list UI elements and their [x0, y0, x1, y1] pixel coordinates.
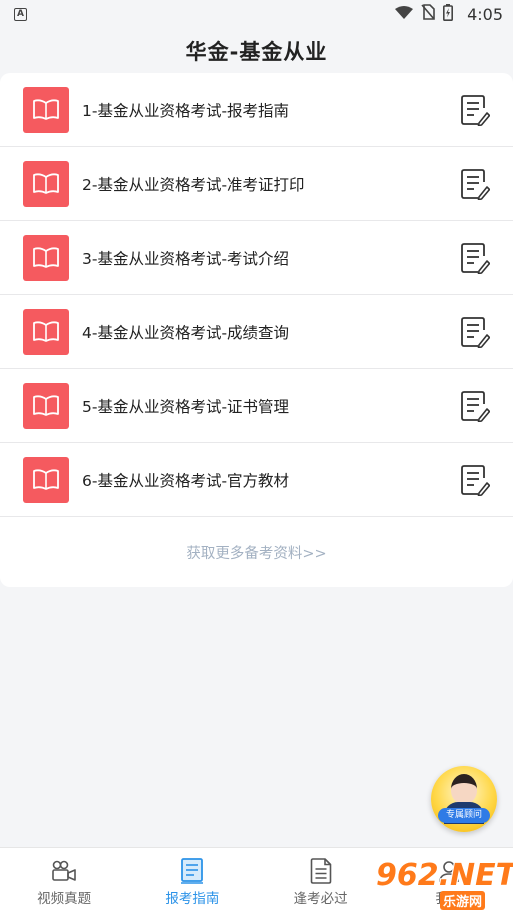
watermark-big-text: 962.NET	[376, 858, 513, 893]
advisor-avatar	[451, 774, 477, 804]
status-left: A	[14, 7, 27, 21]
book-icon	[178, 857, 206, 885]
list-item[interactable]: 5-基金从业资格考试-证书管理	[0, 369, 513, 443]
tab-label: 逢考必过	[293, 891, 348, 907]
book-icon	[23, 234, 69, 281]
list-item-label: 4-基金从业资格考试-成绩查询	[82, 323, 290, 342]
book-icon	[23, 160, 69, 207]
tab-exam-guide[interactable]: 报考指南	[128, 848, 256, 912]
list-item[interactable]: 3-基金从业资格考试-考试介绍	[0, 221, 513, 295]
list-item[interactable]: 2-基金从业资格考试-准考证打印	[0, 147, 513, 221]
no-sim-icon	[421, 4, 435, 24]
edit-icon[interactable]	[459, 463, 491, 497]
edit-icon[interactable]	[459, 93, 491, 127]
list-item-label: 3-基金从业资格考试-考试介绍	[82, 249, 290, 268]
list-item-label: 2-基金从业资格考试-准考证打印	[82, 175, 305, 194]
guide-list-card: 1-基金从业资格考试-报考指南 2-基金从业资格考试-准考证打印 3-基金从业资…	[0, 73, 513, 587]
edit-icon[interactable]	[459, 315, 491, 349]
wifi-icon	[395, 5, 414, 24]
advisor-label: 专属顾问	[438, 808, 490, 823]
advisor-button[interactable]: 专属顾问	[431, 766, 497, 832]
watermark-logo: 962.NET 乐游网	[376, 858, 513, 912]
video-camera-icon	[50, 857, 78, 885]
list-item[interactable]: 1-基金从业资格考试-报考指南	[0, 73, 513, 147]
battery-charging-icon	[443, 3, 454, 25]
notification-app-icon: A	[14, 7, 27, 21]
book-icon	[23, 382, 69, 429]
book-icon	[23, 86, 69, 133]
tab-label: 视频真题	[37, 891, 92, 907]
watermark-small-text: 乐游网	[440, 891, 486, 910]
list-item-label: 5-基金从业资格考试-证书管理	[82, 397, 290, 416]
document-icon	[307, 857, 335, 885]
status-right: 4:05	[395, 3, 503, 25]
more-materials-link[interactable]: 获取更多备考资料>>	[0, 517, 513, 587]
edit-icon[interactable]	[459, 241, 491, 275]
list-item[interactable]: 4-基金从业资格考试-成绩查询	[0, 295, 513, 369]
app-header: 华金-基金从业	[0, 28, 513, 74]
tab-video-questions[interactable]: 视频真题	[0, 848, 128, 912]
edit-icon[interactable]	[459, 389, 491, 423]
book-icon	[23, 456, 69, 503]
status-bar: A 4:05	[0, 0, 513, 28]
list-item-label: 1-基金从业资格考试-报考指南	[82, 101, 290, 120]
book-icon	[23, 308, 69, 355]
tab-label: 报考指南	[165, 891, 220, 907]
tab-pass-guarantee[interactable]: 逢考必过	[257, 848, 385, 912]
page-title: 华金-基金从业	[185, 40, 328, 64]
status-time: 4:05	[467, 4, 503, 24]
list-item[interactable]: 6-基金从业资格考试-官方教材	[0, 443, 513, 517]
edit-icon[interactable]	[459, 167, 491, 201]
list-item-label: 6-基金从业资格考试-官方教材	[82, 471, 290, 490]
